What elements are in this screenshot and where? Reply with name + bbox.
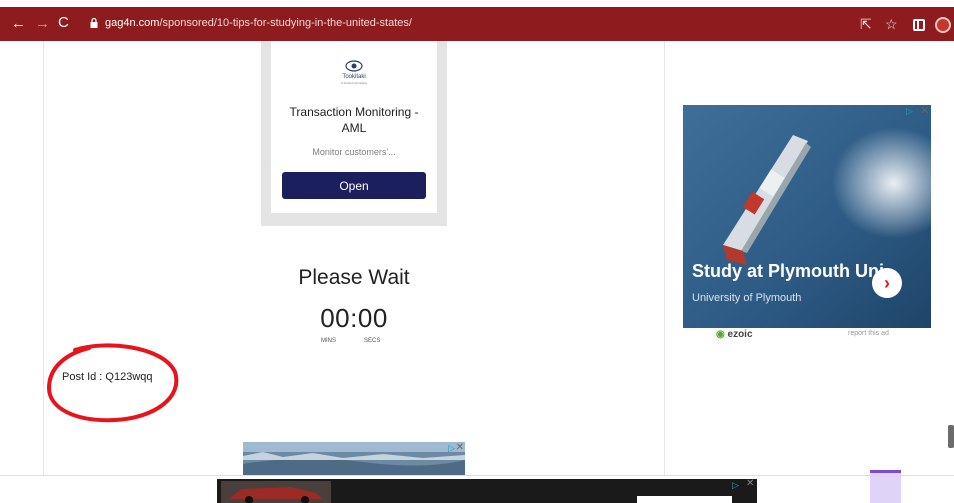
adchoices-icon[interactable]: ▷ (906, 106, 913, 117)
ad-brand-subtitle: A Fintech Company (340, 81, 368, 85)
ad-brand-name: Tookitaki (342, 74, 366, 80)
url-host: gag4n.com (105, 17, 160, 29)
ezoic-badge[interactable]: ◉ ezoic (716, 329, 753, 340)
countdown-timer: 00:00 (284, 303, 424, 334)
car-image (221, 481, 331, 503)
bottom-ad-banner[interactable]: ▷ ✕ (243, 442, 465, 477)
ezoic-logo-icon: ◉ (716, 329, 725, 340)
sticky-ad-button[interactable] (637, 496, 732, 503)
timer-minutes: 00 (320, 303, 351, 333)
url-path: /sponsored/10-tips-for-studying-in-the-u… (159, 17, 412, 29)
red-highlight-circle (46, 343, 179, 423)
content-left-border (43, 41, 44, 475)
right-ad-title: Study at Plymouth Uni (692, 261, 885, 281)
close-ad-icon[interactable]: ✕ (920, 104, 929, 117)
bookmark-star-icon[interactable]: ☆ (885, 16, 898, 33)
timer-seconds: 00 (357, 303, 388, 333)
adchoices-icon[interactable]: ▷ (448, 443, 455, 454)
profile-avatar-icon[interactable] (935, 17, 951, 33)
city-skyline-image (243, 442, 465, 477)
seconds-label: SECS (364, 338, 381, 344)
ad-description: Monitor customers'... (312, 147, 396, 157)
content-right-border (664, 41, 665, 475)
forward-arrow-icon[interactable]: → (35, 16, 50, 31)
close-ad-icon[interactable]: ✕ (456, 442, 464, 453)
tookitaki-logo-icon (345, 60, 363, 72)
browser-toolbar: ← → C gag4n.com/sponsored/10-tips-for-st… (0, 7, 954, 41)
top-ad-frame: Tookitaki A Fintech Company Transaction … (261, 41, 447, 226)
please-wait-heading: Please Wait (298, 266, 410, 289)
address-bar[interactable]: gag4n.com/sponsored/10-tips-for-studying… (105, 17, 412, 29)
ad-open-button[interactable]: Open (282, 172, 426, 199)
right-ad-arrow-button[interactable]: › (872, 268, 902, 298)
right-ad-subtitle: University of Plymouth (692, 292, 802, 304)
ezoic-brand: ezoic (727, 329, 753, 340)
side-panel-icon[interactable] (913, 19, 925, 31)
timer-separator: : (350, 303, 358, 333)
floating-widget-tab[interactable] (870, 470, 901, 503)
browser-window: ← → C gag4n.com/sponsored/10-tips-for-st… (0, 0, 954, 503)
report-ad-link[interactable]: report this ad (848, 330, 889, 337)
close-ad-icon[interactable]: ✕ (746, 478, 754, 489)
share-icon[interactable]: ⇱ (860, 16, 872, 33)
minutes-label: MINS (321, 338, 336, 344)
lock-icon (90, 18, 98, 28)
ad-title: Transaction Monitoring - AML (289, 105, 419, 135)
top-ad-card[interactable]: Tookitaki A Fintech Company Transaction … (271, 41, 437, 213)
sticky-ad-banner[interactable] (217, 479, 757, 503)
adchoices-icon[interactable]: ▷ (732, 480, 739, 491)
right-ad-card[interactable]: Study at Plymouth Uni University of Plym… (683, 105, 931, 328)
back-arrow-icon[interactable]: ← (11, 16, 26, 31)
reload-icon[interactable]: C (58, 15, 69, 30)
scrollbar-thumb[interactable] (948, 425, 954, 448)
